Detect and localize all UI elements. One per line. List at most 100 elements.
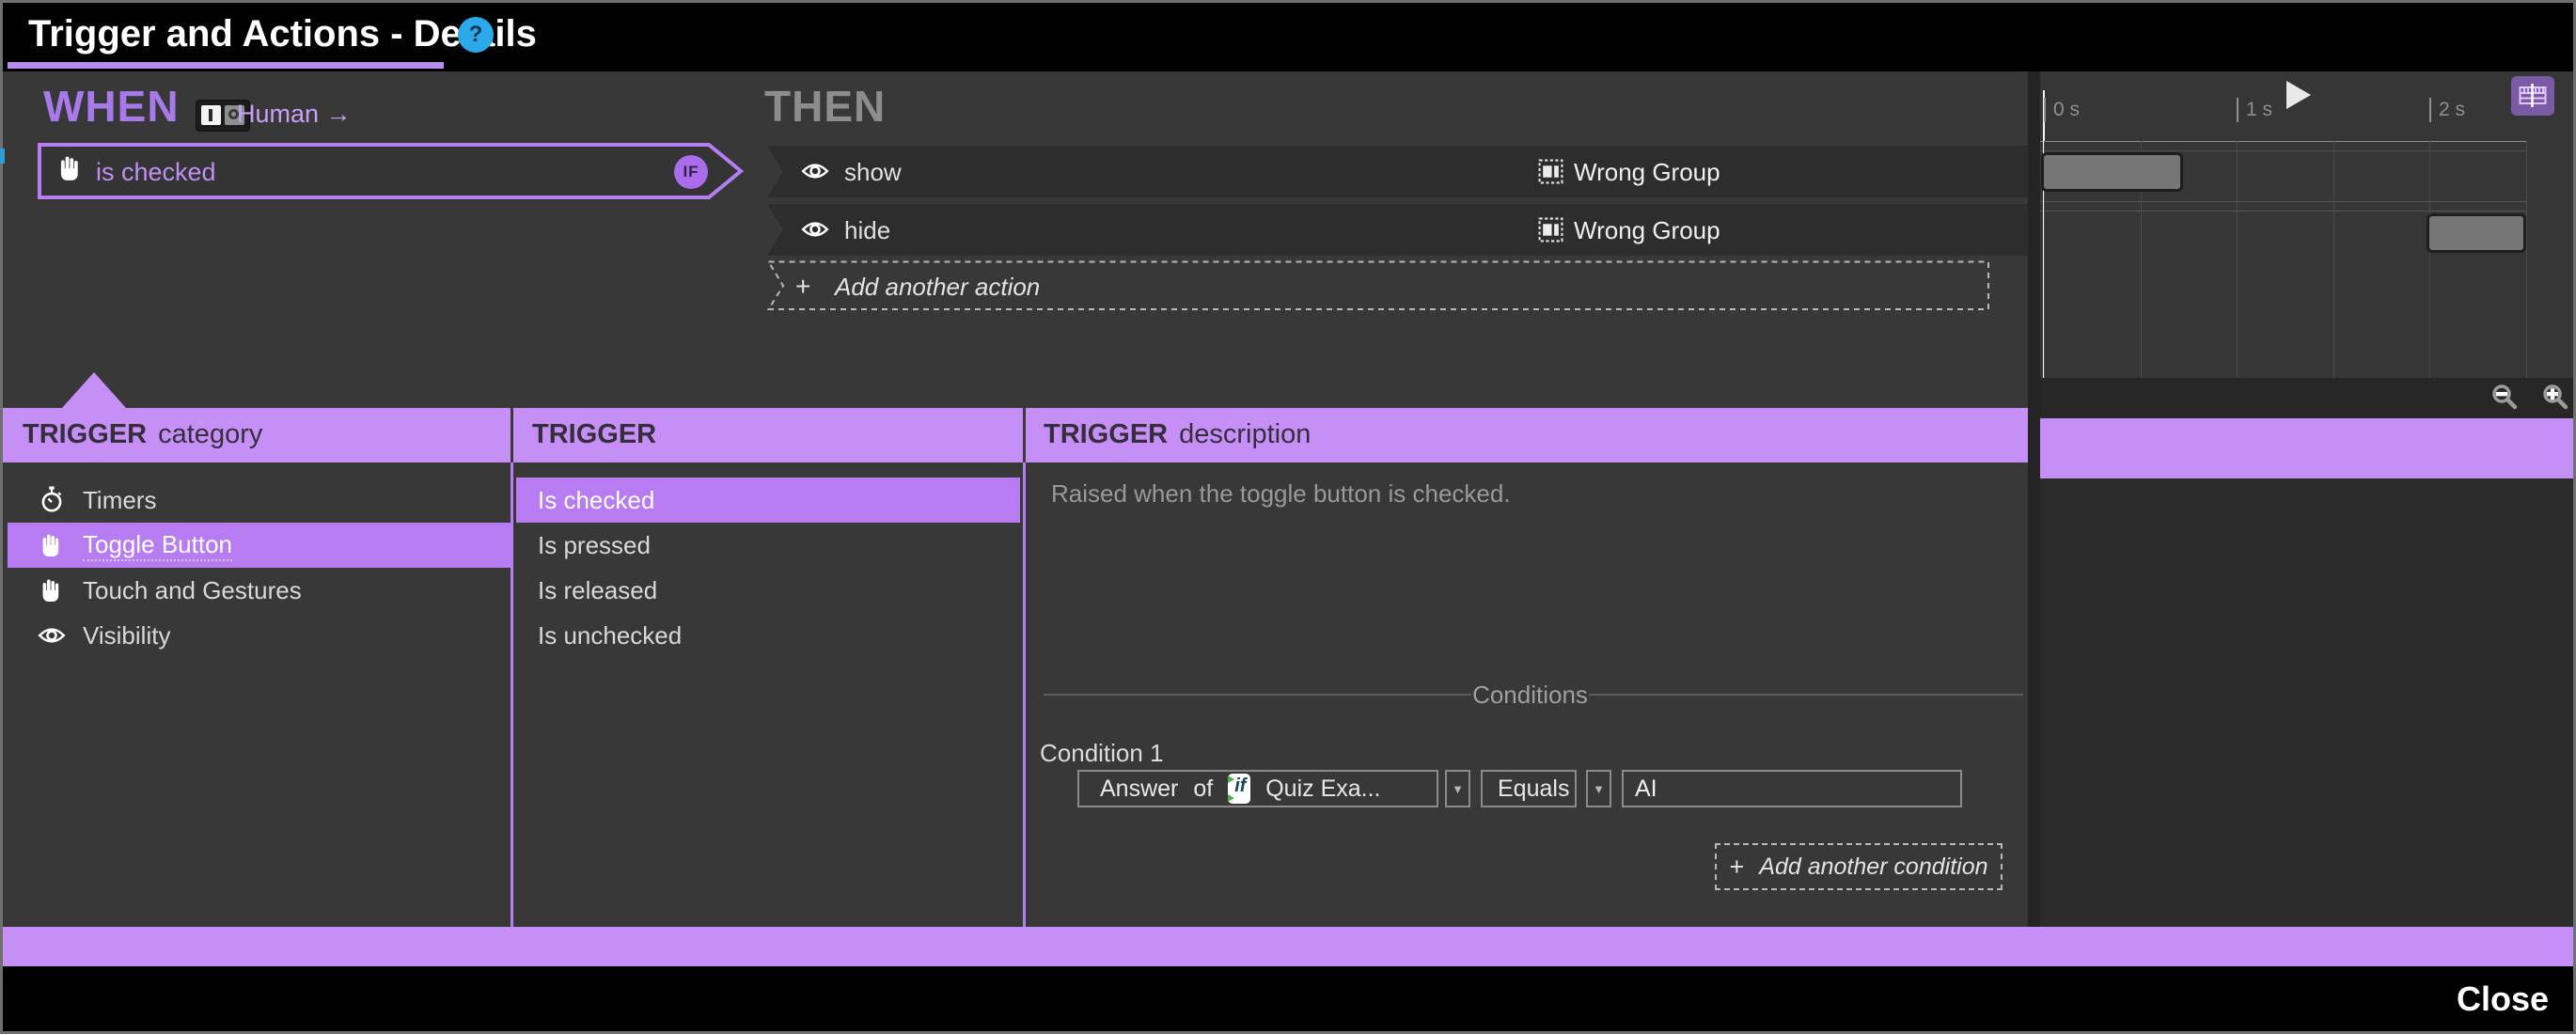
trigger-description-header: TRIGGER description: [1044, 419, 1311, 450]
trigger-label: Is checked: [538, 485, 655, 514]
trigger-item-is-pressed[interactable]: Is pressed: [516, 523, 1020, 568]
condition-operator-combo[interactable]: Equals: [1481, 770, 1577, 807]
panel-separator: [510, 462, 513, 927]
action-verb: hide: [844, 216, 891, 244]
zoom-out-button[interactable]: [2490, 383, 2521, 417]
ruler-line-secondary: [2040, 150, 2526, 151]
title-underline: [8, 62, 444, 69]
timeline-panel: 0 s 1 s 2 s: [2040, 71, 2573, 927]
ruler-tick-label: 0 s: [2044, 98, 2080, 122]
trigger-header: TRIGGER: [532, 419, 668, 450]
timeline-toolbar: [2040, 378, 2573, 418]
timeline-lower-area: [2040, 478, 2573, 927]
header-rest: category: [158, 419, 263, 449]
panel-divider: [2028, 71, 2040, 927]
edge-accent-mark: [0, 149, 5, 164]
condition-value-input[interactable]: [1622, 770, 1962, 807]
play-button[interactable]: [2286, 81, 2311, 109]
conditions-divider-left: [1044, 694, 1471, 696]
toggle-on-glyph: [201, 105, 221, 125]
panel-separator: [1023, 462, 1026, 927]
header-rest: description: [1179, 419, 1312, 449]
action-verb: show: [844, 158, 902, 186]
operator-label: Equals: [1498, 775, 1570, 802]
trigger-actions-dialog: Trigger and Actions - Details ? WHEN Hum…: [0, 0, 2576, 1034]
operand-prefix: Answer: [1100, 775, 1179, 802]
category-item-toggle-button[interactable]: Toggle Button: [8, 523, 510, 568]
trigger-item-is-checked[interactable]: Is checked: [516, 478, 1020, 523]
when-trigger-label: is checked: [96, 158, 216, 186]
operator-dropdown-button[interactable]: ▼: [1586, 770, 1611, 807]
add-condition-label: Add another condition: [1759, 853, 1988, 880]
bottom-accent-band: [3, 927, 2573, 966]
plus-icon: +: [1729, 852, 1745, 881]
trigger-description-text: Raised when the toggle button is checked…: [1051, 479, 1511, 508]
header-strong: TRIGGER: [532, 419, 657, 449]
grid-line: [2525, 141, 2527, 378]
stopwatch-icon: [36, 486, 68, 514]
category-label: Visibility: [83, 620, 171, 650]
add-another-condition-button[interactable]: + Add another condition: [1715, 843, 2003, 890]
action-row-show[interactable]: show Wrong Group: [767, 146, 2033, 197]
conditions-divider-right: [1589, 694, 2023, 696]
hand-icon: [36, 532, 68, 558]
track-separator: [2040, 211, 2526, 212]
category-item-touch-gestures[interactable]: Touch and Gestures: [8, 568, 510, 613]
eye-icon: [801, 220, 829, 243]
group-icon: [1538, 217, 1563, 247]
add-another-action-button[interactable]: + Add another action: [767, 260, 1991, 311]
add-action-label: Add another action: [835, 273, 1041, 301]
chevron-down-icon: ▼: [1452, 781, 1464, 796]
grid-line: [2237, 141, 2238, 378]
category-item-timers[interactable]: Timers: [8, 478, 510, 523]
condition-operand-combo[interactable]: Answer of if Quiz Exa...: [1077, 770, 1438, 807]
timeline-view-button[interactable]: [2511, 76, 2554, 116]
if-glyph: if: [1234, 776, 1247, 796]
if-condition-badge[interactable]: IF: [674, 155, 708, 189]
timeline-accent-band: [2040, 418, 2573, 478]
ruler-tick-label: 2 s: [2429, 98, 2465, 122]
trigger-category-header: TRIGGER category: [23, 419, 262, 450]
header-divider: [510, 408, 513, 462]
track-separator: [2040, 201, 2526, 202]
bottom-bar: Close: [3, 966, 2573, 1031]
trigger-label: Is pressed: [538, 530, 651, 559]
operand-dropdown-button[interactable]: ▼: [1445, 770, 1470, 807]
panel-header-band: [3, 408, 2028, 462]
trigger-source-breadcrumb[interactable]: Human →: [237, 100, 352, 129]
chevron-down-icon: ▼: [1593, 781, 1605, 796]
category-label: Touch and Gestures: [83, 575, 302, 604]
then-heading: THEN: [764, 82, 887, 131]
trigger-label: Is unchecked: [538, 620, 683, 650]
timeline-grid: 0 s 1 s 2 s: [2040, 71, 2573, 378]
plus-icon: +: [795, 272, 811, 301]
condition-1-label: Condition 1: [1040, 739, 1164, 767]
grid-line: [2333, 141, 2334, 378]
close-button[interactable]: Close: [2457, 979, 2549, 1019]
timeline-icon: [2519, 84, 2547, 107]
eye-icon: [801, 162, 829, 185]
eye-icon: [36, 626, 68, 645]
timeline-action-bar[interactable]: [2041, 152, 2183, 192]
category-pointer-triangle: [62, 372, 126, 408]
hand-icon: [58, 154, 83, 187]
category-label: Toggle Button: [83, 530, 233, 561]
header-strong: TRIGGER: [23, 419, 148, 449]
trigger-item-is-unchecked[interactable]: Is unchecked: [516, 613, 1020, 658]
action-target: Wrong Group: [1574, 216, 1720, 244]
trigger-item-is-released[interactable]: Is released: [516, 568, 1020, 613]
category-item-visibility[interactable]: Visibility: [8, 613, 510, 658]
help-button[interactable]: ?: [458, 17, 494, 53]
category-label: Timers: [83, 485, 157, 514]
action-row-hide[interactable]: hide Wrong Group: [767, 204, 2033, 256]
trigger-label: Is released: [538, 575, 658, 604]
operand-asset-name: Quiz Exa...: [1265, 775, 1381, 802]
header-divider: [1023, 408, 1026, 462]
ruler-line: [2040, 141, 2526, 142]
interface-asset-icon: if: [1228, 774, 1251, 804]
timeline-action-bar[interactable]: [2427, 213, 2526, 253]
ruler-tick-label: 1 s: [2237, 98, 2272, 122]
action-target: Wrong Group: [1574, 158, 1720, 186]
header-strong: TRIGGER: [1044, 419, 1169, 449]
zoom-in-button[interactable]: [2540, 383, 2572, 417]
